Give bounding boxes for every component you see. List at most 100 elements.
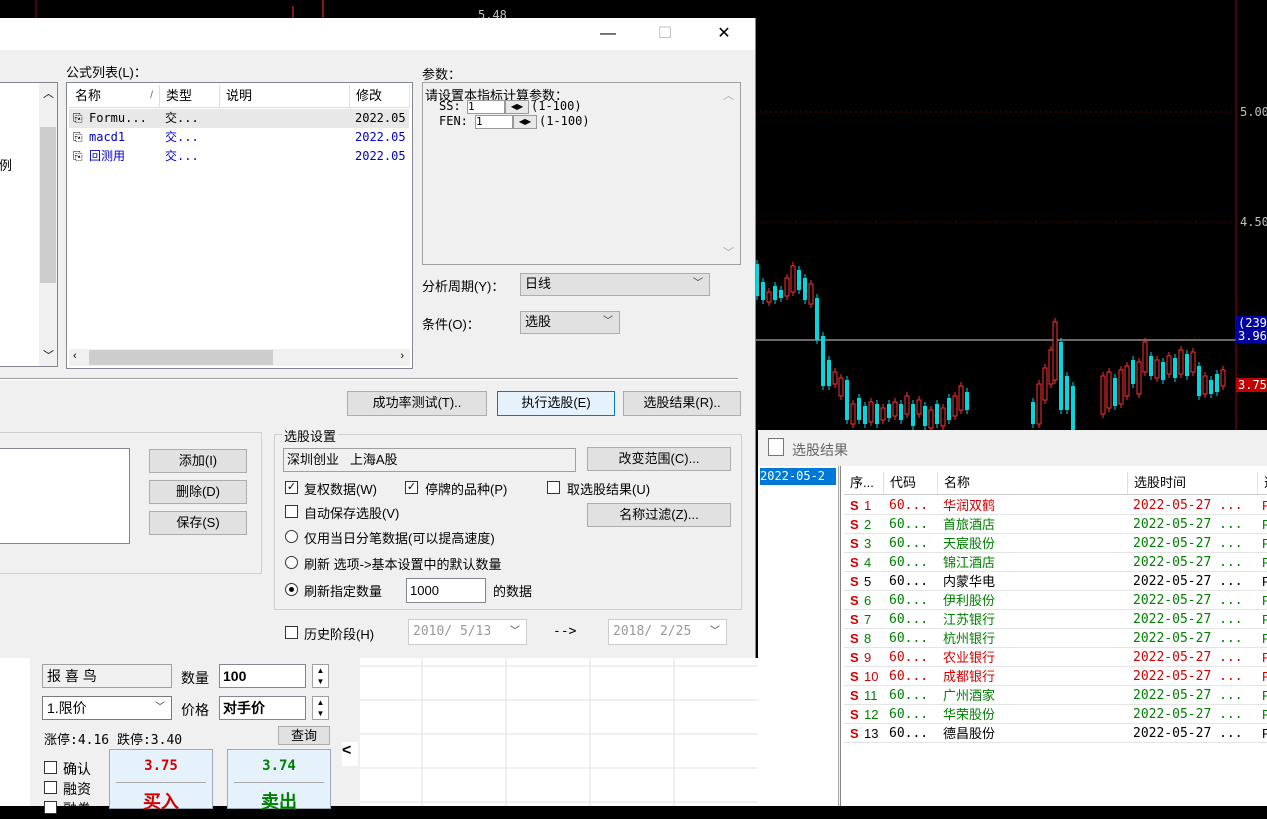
result-row[interactable]: S 1 60... 华润双鹤 2022-05-27 ... F [844, 496, 1267, 515]
save-button[interactable]: 保存(S) [149, 511, 247, 535]
refresh-count-input[interactable]: 1000 [406, 578, 486, 603]
take-result-checkbox[interactable] [547, 481, 560, 494]
row-time: 2022-05-27 ... [1133, 688, 1243, 703]
result-row[interactable]: S 13 60... 德昌股份 2022-05-27 ... F [844, 724, 1267, 743]
tree-item-fragment[interactable]: 例 [0, 155, 12, 174]
formula-list[interactable]: 名称 / 类型 说明 修改 ⎘ Formu... 交... 2022.05 ⎘ m… [66, 82, 413, 369]
history-checkbox[interactable] [285, 626, 298, 639]
result-row[interactable]: S 4 60... 锦江酒店 2022-05-27 ... F [844, 553, 1267, 572]
account-field[interactable]: 报 喜 鸟 [42, 664, 172, 688]
sell-button[interactable]: 3.74 卖出 [227, 749, 331, 812]
col-name[interactable]: 名称 / [69, 85, 160, 107]
result-row[interactable]: S 10 60... 成都银行 2022-05-27 ... F [844, 667, 1267, 686]
autosave-checkbox[interactable] [285, 505, 298, 518]
collapse-panel-icon[interactable]: < [342, 742, 358, 766]
row-flag: S [850, 631, 859, 646]
scroll-left-icon[interactable]: ‹ [73, 350, 77, 362]
result-row[interactable]: S 5 60... 内蒙华电 2022-05-27 ... F [844, 572, 1267, 591]
adjust-data-checkbox[interactable]: ✓ [285, 481, 298, 494]
change-range-button[interactable]: 改变范围(C)... [587, 447, 731, 471]
param-fen-input[interactable]: 1 [475, 115, 513, 129]
col-time[interactable]: 选股时间 [1128, 472, 1258, 494]
suspended-checkbox[interactable]: ✓ [405, 481, 418, 494]
row-code: 60... [889, 555, 929, 570]
params-label: 参数： [422, 67, 462, 82]
condition-list[interactable] [0, 448, 130, 544]
result-row[interactable]: S 2 60... 首旅酒店 2022-05-27 ... F [844, 515, 1267, 534]
price-spinner[interactable]: ▲ ▼ [312, 696, 329, 720]
selection-result-button[interactable]: 选股结果(R).. [623, 391, 741, 416]
param-ss-input[interactable]: 1 [467, 100, 505, 114]
price-input[interactable]: 对手价 [219, 696, 306, 720]
result-row[interactable]: S 11 60... 广州酒家 2022-05-27 ... F [844, 686, 1267, 705]
query-button[interactable]: 查询 [278, 726, 330, 745]
col-modified[interactable]: 修改 [350, 85, 410, 107]
formula-icon: ⎘ [73, 130, 83, 144]
confirm-checkbox[interactable] [44, 761, 57, 774]
row-code: 60... [889, 688, 929, 703]
col-index[interactable]: 序... [844, 472, 884, 494]
close-button[interactable]: ✕ [704, 22, 744, 46]
col-name[interactable]: 名称 [938, 472, 1128, 494]
dialog-titlebar[interactable]: — ☐ ✕ [0, 18, 755, 50]
scroll-right-icon[interactable]: › [400, 350, 404, 362]
row-extra: F [1262, 612, 1267, 627]
result-date-list[interactable]: 2022-05-2 [758, 466, 839, 806]
result-date-item[interactable]: 2022-05-2 [760, 468, 836, 485]
result-row[interactable]: S 12 60... 华荣股份 2022-05-27 ... F [844, 705, 1267, 724]
result-row[interactable]: S 3 60... 天宸股份 2022-05-27 ... F [844, 534, 1267, 553]
condition-select[interactable]: 选股 ﹀ [520, 311, 620, 334]
formula-row[interactable]: ⎘ 回测用 交... 2022.05 [69, 147, 409, 166]
row-index: 9 [864, 650, 872, 665]
order-type-select[interactable]: 1.限价 ﹀ [42, 696, 172, 720]
category-tree[interactable]: 例 ︿ ﹀ [0, 82, 58, 367]
history-from-date[interactable]: 2010/ 5/13 ﹀ [408, 619, 527, 645]
result-row[interactable]: S 8 60... 杭州银行 2022-05-27 ... F [844, 629, 1267, 648]
horizontal-scrollbar[interactable]: ‹ › [69, 349, 410, 366]
param-ss-spinner[interactable]: ◀▶ [505, 100, 529, 114]
row-name: 天宸股份 [943, 536, 996, 551]
qty-spinner[interactable]: ▲ ▼ [312, 664, 329, 688]
history-to-date[interactable]: 2018/ 2/25 ﹀ [608, 619, 727, 645]
col-type[interactable]: 类型 [160, 85, 220, 107]
scroll-thumb[interactable] [40, 127, 56, 283]
formula-row[interactable]: ⎘ Formu... 交... 2022.05 [69, 109, 409, 128]
minimize-button[interactable]: — [588, 22, 628, 46]
divider [0, 378, 738, 380]
scroll-thumb[interactable] [89, 350, 273, 365]
params-scroll-down-icon[interactable]: ﹀ [723, 244, 734, 260]
delete-button[interactable]: 删除(D) [149, 480, 247, 504]
formula-row[interactable]: ⎘ macd1 交... 2022.05 [69, 128, 409, 147]
qty-input[interactable]: 100 [219, 664, 306, 688]
success-rate-test-button[interactable]: 成功率测试(T).. [347, 391, 487, 416]
result-row[interactable]: S 7 60... 江苏银行 2022-05-27 ... F [844, 610, 1267, 629]
today-data-radio[interactable] [285, 530, 298, 543]
param-fen-spinner[interactable]: ◀▶ [513, 115, 537, 129]
row-name: 华荣股份 [943, 707, 996, 722]
refresh-count-radio[interactable] [285, 583, 298, 596]
scroll-down-icon[interactable]: ﹀ [43, 347, 54, 363]
short-checkbox[interactable] [44, 801, 57, 814]
col-desc[interactable]: 说明 [220, 85, 350, 107]
row-code: 60... [889, 498, 929, 513]
add-button[interactable]: 添加(I) [149, 449, 247, 473]
maximize-button[interactable]: ☐ [645, 22, 685, 46]
result-row[interactable]: S 9 60... 农业银行 2022-05-27 ... F [844, 648, 1267, 667]
refresh-default-radio[interactable] [285, 556, 298, 569]
params-scroll-up-icon[interactable]: ︿ [723, 87, 734, 103]
row-index: 3 [864, 536, 872, 551]
period-select[interactable]: 日线 ﹀ [520, 273, 710, 296]
name-filter-button[interactable]: 名称过滤(Z)... [587, 503, 731, 527]
result-row[interactable]: S 6 60... 伊利股份 2022-05-27 ... F [844, 591, 1267, 610]
buy-button[interactable]: 3.75 买入 [109, 749, 213, 812]
row-code: 60... [889, 707, 929, 722]
col-extra[interactable]: 选 [1258, 472, 1267, 494]
row-code: 60... [889, 536, 929, 551]
row-extra: F [1262, 536, 1267, 551]
execute-selection-button[interactable]: 执行选股(E) [497, 391, 615, 416]
row-name: 德昌股份 [943, 726, 996, 741]
scroll-up-icon[interactable]: ︿ [43, 85, 54, 101]
col-code[interactable]: 代码 [884, 472, 938, 494]
margin-checkbox[interactable] [44, 781, 57, 794]
tree-scrollbar[interactable]: ︿ ﹀ [39, 83, 57, 366]
